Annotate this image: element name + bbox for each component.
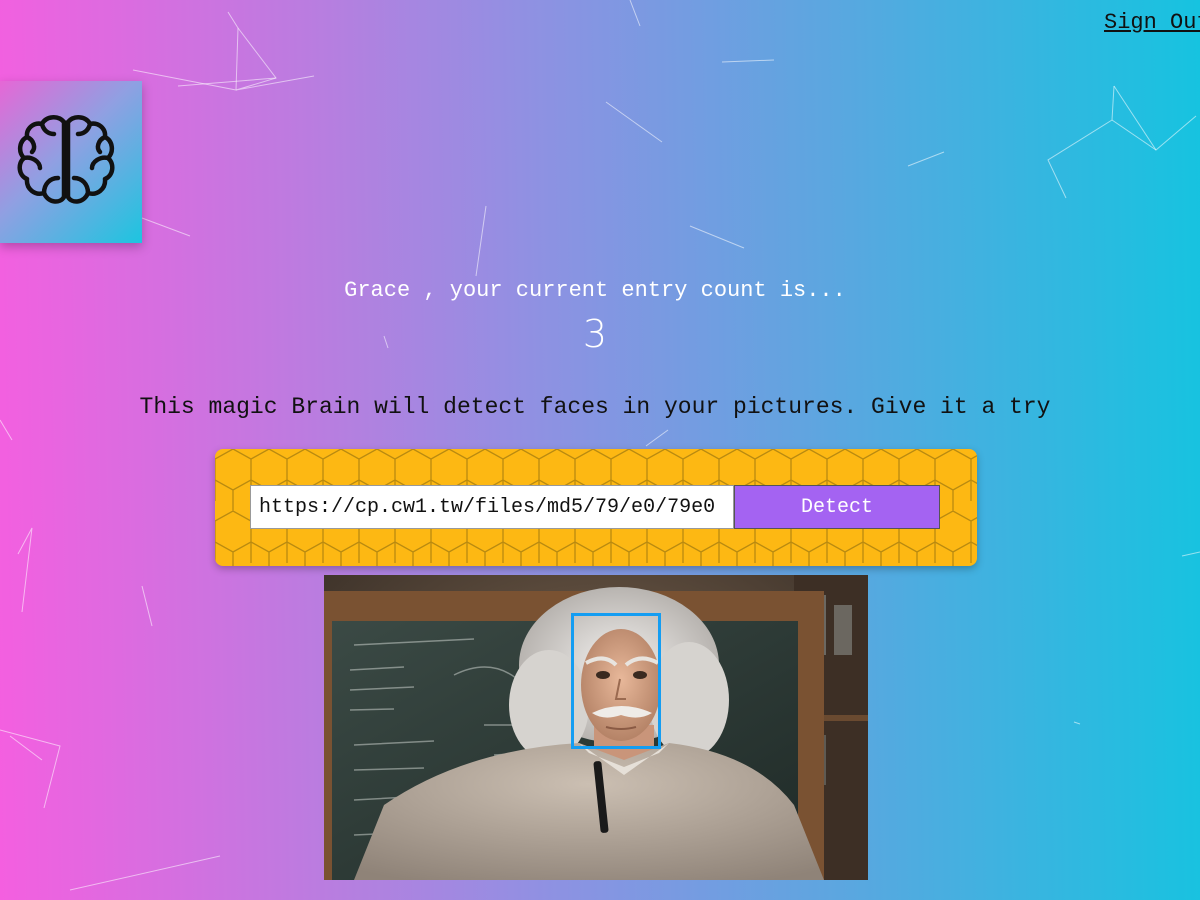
detect-button[interactable]: Detect — [734, 485, 940, 529]
logo[interactable] — [0, 81, 142, 243]
image-url-input[interactable] — [250, 485, 734, 529]
face-bounding-box — [571, 613, 661, 749]
top-nav: Sign Out — [1000, 8, 1200, 38]
brain-icon — [17, 115, 115, 204]
tagline: This magic Brain will detect faces in yo… — [139, 394, 1051, 420]
input-image — [324, 575, 868, 880]
entry-count-value: 3 — [582, 312, 608, 356]
sign-out-link[interactable]: Sign Out — [1104, 10, 1200, 35]
entry-count-label: Grace , your current entry count is... — [344, 278, 846, 303]
image-link-form: Detect — [215, 449, 977, 566]
